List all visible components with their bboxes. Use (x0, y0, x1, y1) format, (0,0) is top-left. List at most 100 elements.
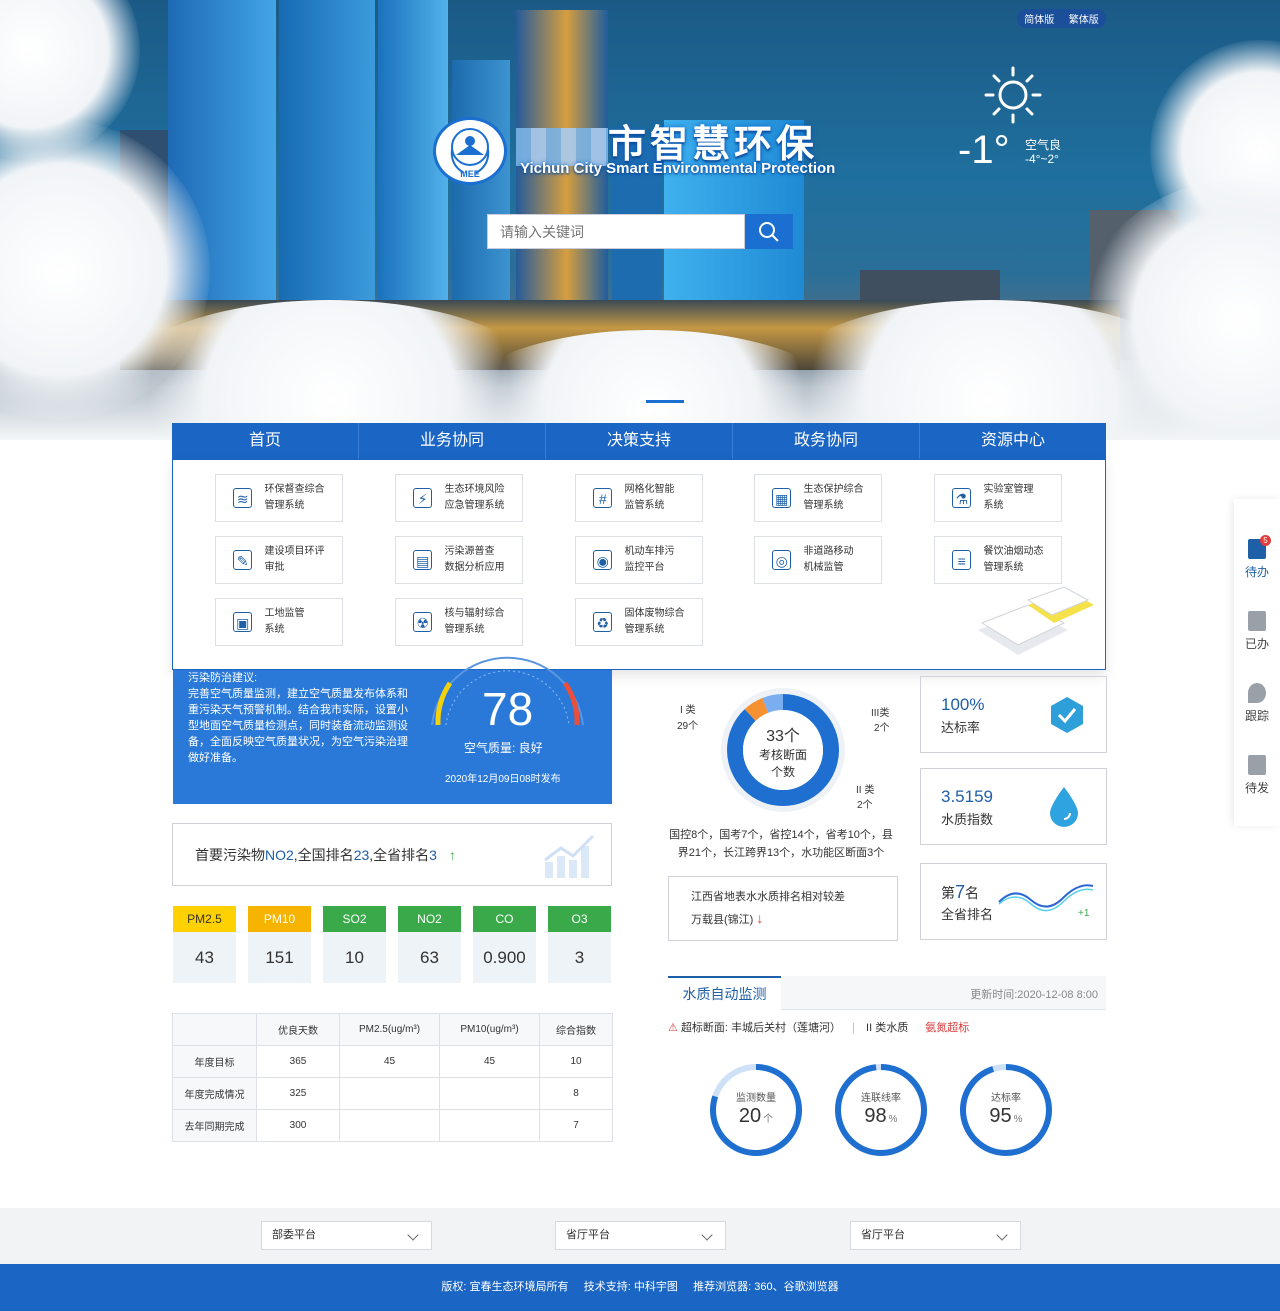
province-platform-select-2[interactable]: 省厅平台 (850, 1221, 1021, 1250)
pollutant-chips: PM2.5 43 PM10 151 SO2 10 NO2 63 CO 0.900 O3 3 (173, 906, 611, 983)
ring-pass-rate: 达标率 95% (958, 1062, 1054, 1158)
system-item[interactable]: ⚗ 实验室管理 系统 (934, 474, 1062, 522)
location-icon (1248, 683, 1266, 703)
system-item[interactable]: ◎ 非道路移动 机械监管 (754, 536, 882, 584)
search-bar (487, 214, 793, 249)
documents-illustration-icon (978, 586, 1094, 655)
chip-no2: NO2 63 (398, 906, 461, 983)
risk-icon: ⚡ (413, 488, 433, 508)
alert-icon: ⚠ (668, 1022, 678, 1034)
water-sections-desc: 国控8个，国考7个，省控14个，省考10个，县界21个，长江跨界13个，水功能区… (669, 829, 893, 859)
search-input[interactable] (487, 214, 745, 249)
stats-table: 优良天数 PM2.5(ug/m³) PM10(ug/m³) 综合指数 年度目标 3… (172, 1013, 613, 1142)
update-time: 更新时间:2020-12-08 8:00 (970, 989, 1098, 1001)
site-icon: ▣ (233, 612, 253, 632)
system-item[interactable]: ▣ 工地监管 系统 (215, 598, 343, 646)
weather-quality: 空气良 (1025, 138, 1062, 152)
analytics-icon: ▤ (413, 550, 433, 570)
system-item[interactable]: ☢ 核与辐射综合 管理系统 (395, 598, 523, 646)
ministry-platform-select[interactable]: 部委平台 (261, 1221, 432, 1250)
done-icon (1248, 611, 1266, 631)
business-dropdown: ≋ 环保督查综合 管理系统 ⚡ 生态环境风险 应急管理系统 # 网格化智能 监管系统 ▦ 生态… (172, 459, 1106, 670)
tab-water-auto[interactable]: 水质自动监测 (668, 976, 781, 1010)
temperature: -1° (958, 128, 1010, 172)
side-done[interactable]: 已办 (1234, 611, 1280, 652)
aqi-date: 2020年12月09日08时发布 (445, 774, 561, 785)
primary-pollutant: 首要污染物NO2,全国排名23,全省排名3 ↑ (172, 823, 612, 886)
system-item[interactable]: ▤ 污染源普查 数据分析应用 (395, 536, 523, 584)
nav-business[interactable]: 业务协同 (359, 423, 546, 466)
province-rank-card: 第7名 全省排名 +1 (920, 863, 1107, 940)
water-drop-icon (1050, 787, 1078, 827)
camera-icon: ◉ (593, 550, 613, 570)
aqi-quality: 空气质量: 良好 (464, 741, 543, 755)
sun-icon (984, 66, 1042, 124)
lang-simplified-button[interactable]: 简体版 (1024, 11, 1054, 26)
chip-pm25: PM2.5 43 (173, 906, 236, 983)
arrow-down-icon: ↓ (756, 910, 764, 926)
trend-chart-icon (544, 834, 595, 878)
side-track[interactable]: 跟踪 (1234, 683, 1280, 724)
edit-icon: ✎ (233, 550, 253, 570)
system-item[interactable]: ◉ 机动车排污 监控平台 (575, 536, 703, 584)
grid-icon: # (593, 488, 613, 508)
table-header-row: 优良天数 PM2.5(ug/m³) PM10(ug/m³) 综合指数 (172, 1013, 613, 1046)
mee-emblem-icon: MEE (450, 128, 490, 179)
exceed-alert: ⚠ 超标断面: 丰城后关村（莲塘河） | II 类水质 氨氮超标 (668, 1022, 970, 1034)
svg-text:MEE: MEE (460, 169, 480, 179)
chip-so2: SO2 10 (323, 906, 386, 983)
side-send[interactable]: 待发 (1234, 755, 1280, 796)
platform-links: 部委平台 省厅平台 省厅平台 (0, 1208, 1280, 1264)
carousel-indicator[interactable] (646, 400, 684, 403)
chip-pm10: PM10 151 (248, 906, 311, 983)
chevron-down-icon (407, 1229, 419, 1241)
system-item[interactable]: ▦ 生态保护综合 管理系统 (754, 474, 882, 522)
chevron-down-icon (996, 1229, 1008, 1241)
send-icon (1248, 755, 1266, 775)
arrow-up-icon: ↑ (448, 847, 456, 863)
water-index-card: 3.5159 水质指数 (920, 768, 1107, 845)
nav-government[interactable]: 政务协同 (733, 423, 920, 459)
eye-icon: ◎ (772, 550, 792, 570)
search-icon (759, 221, 779, 242)
radiation-icon: ☢ (413, 612, 433, 632)
nav-home[interactable]: 首页 (172, 423, 359, 459)
apps-icon: ▦ (772, 488, 792, 508)
main-nav: 首页 业务协同 决策支持 政务协同 资源中心 (172, 423, 1106, 466)
chip-co: CO 0.900 (473, 906, 536, 983)
footer: 版权: 宜春生态环境局所有 技术支持: 中科宇图 推荐浏览器: 360、谷歌浏览… (0, 1264, 1280, 1311)
lang-traditional-button[interactable]: 繁体版 (1069, 11, 1099, 26)
table-row: 年度完成情况 325 8 (172, 1077, 613, 1110)
nav-resources[interactable]: 资源中心 (920, 423, 1106, 459)
side-toolbar: 5 待办 已办 跟踪 待发 (1234, 499, 1280, 826)
ring-monitor-count: 监测数量 20 个 (708, 1062, 804, 1158)
side-todo[interactable]: 5 待办 (1234, 535, 1280, 580)
system-item[interactable]: ✎ 建设项目环评 审批 (215, 536, 343, 584)
table-row: 去年同期完成 300 7 (172, 1109, 613, 1142)
water-auto-header: 水质自动监测 更新时间:2020-12-08 8:00 (668, 976, 1106, 1010)
aqi-advice: 污染防治建议: 完善空气质量监测，建立空气质量发布体系和重污染天气预警机制。结合… (188, 672, 408, 764)
nav-decision[interactable]: 决策支持 (546, 423, 733, 459)
mee-logo: MEE (433, 117, 507, 185)
system-item[interactable]: ♻ 固体废物综合 管理系统 (575, 598, 703, 646)
layers-icon: ≋ (233, 488, 253, 508)
system-item[interactable]: # 网格化智能 监管系统 (575, 474, 703, 522)
recycle-icon: ♻ (593, 612, 613, 632)
aqi-panel: 污染防治建议: 完善空气质量监测，建立空气质量发布体系和重污染天气预警机制。结合… (173, 656, 612, 804)
microscope-icon: ⚗ (952, 488, 972, 508)
ring-online-rate: 连联线率 98% (833, 1062, 929, 1158)
site-subtitle: Yichun City Smart Environmental Protecti… (520, 160, 836, 177)
chevron-down-icon (701, 1229, 713, 1241)
kitchen-icon: ≡ (952, 550, 972, 570)
aqi-value: 78 (482, 683, 534, 735)
province-platform-select[interactable]: 省厅平台 (555, 1221, 726, 1250)
language-switcher: 简体版 繁体版 (1017, 9, 1106, 28)
system-item[interactable]: ⚡ 生态环境风险 应急管理系统 (395, 474, 523, 522)
weather-range: -4°~2° (1025, 152, 1059, 166)
chip-o3: O3 3 (548, 906, 611, 983)
system-item[interactable]: ≡ 餐饮油烟动态 管理系统 (934, 536, 1062, 584)
table-row: 年度目标 365 45 45 10 (172, 1045, 613, 1078)
search-button[interactable] (745, 214, 793, 249)
water-rank-box: 江西省地表水水质排名相对较差 万载县(锦江) ↓ (668, 876, 898, 941)
system-item[interactable]: ≋ 环保督查综合 管理系统 (215, 474, 343, 522)
